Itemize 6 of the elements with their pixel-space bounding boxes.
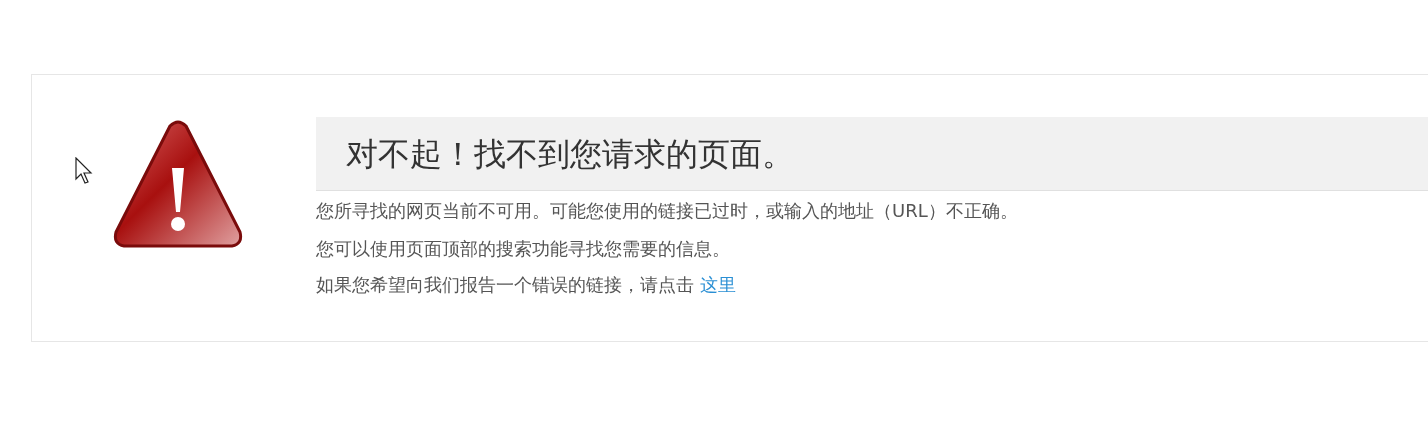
error-heading: 对不起！找不到您请求的页面。	[316, 117, 1428, 191]
report-link[interactable]: 这里	[699, 274, 736, 295]
message-text: 您可以使用页面顶部的搜索功能寻找您需要的信息。	[316, 237, 731, 261]
message-text: 您所寻找的网页当前不可用。可能您使用的链接已过时，或输入的地址（URL）不正确。	[316, 199, 1019, 223]
cursor-icon	[75, 157, 95, 185]
message-text: 如果您希望向我们报告一个错误的链接，请点击 这里	[316, 273, 737, 297]
